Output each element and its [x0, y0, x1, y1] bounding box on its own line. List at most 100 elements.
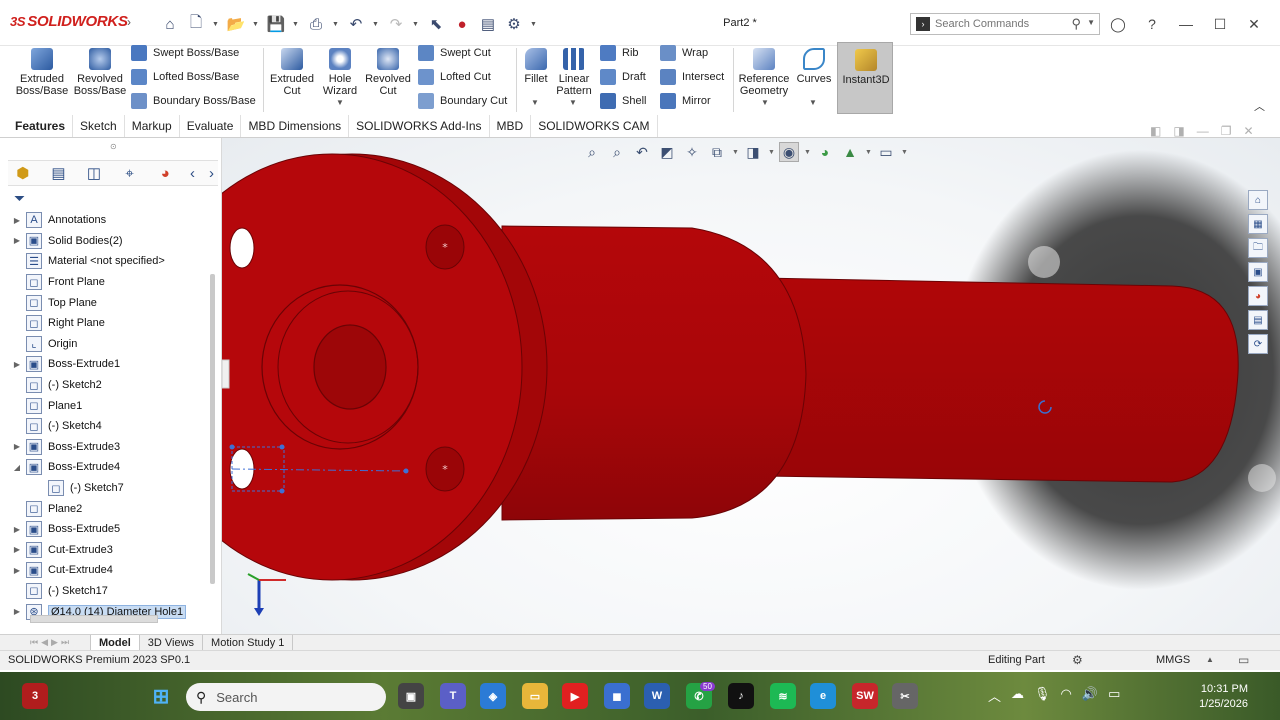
first-tab-icon[interactable]: ⏮ — [30, 637, 38, 648]
tree-item[interactable]: ▶ ▣ Boss-Extrude3 — [8, 437, 208, 458]
boundary-cut-button[interactable]: Boundary Cut — [418, 91, 507, 111]
chevron-left-icon[interactable]: ‹ — [186, 161, 199, 185]
tiktok-icon[interactable]: ♪ — [728, 683, 754, 709]
shell-button[interactable]: Shell — [600, 91, 646, 111]
taskbar-search[interactable]: ⚲ Search — [186, 683, 386, 711]
teams-icon[interactable]: T — [440, 683, 466, 709]
doc-minimize-icon[interactable]: — — [1197, 124, 1209, 138]
close-icon[interactable]: ✕ — [1242, 12, 1266, 36]
sketch-point[interactable] — [229, 444, 235, 450]
tree-horizontal-scrollbar[interactable] — [30, 615, 158, 623]
search-icon[interactable]: ⚲ — [1071, 16, 1081, 32]
dynamic-annotation-icon[interactable]: ✧ — [682, 142, 702, 162]
screen-recorder-icon[interactable]: ◼ — [604, 683, 630, 709]
microphone-icon[interactable]: 🎙 — [1034, 686, 1051, 705]
tab-sketch[interactable]: Sketch — [73, 115, 125, 137]
tab-solidworks-cam[interactable]: SOLIDWORKS CAM — [531, 115, 658, 137]
chevron-down-icon[interactable]: ▼ — [804, 149, 811, 156]
filter-icon[interactable]: ⏷ — [14, 190, 25, 207]
user-icon[interactable]: ◯ — [1106, 12, 1130, 36]
tab-3d-views[interactable]: 3D Views — [138, 634, 204, 651]
expand-arrow-icon[interactable]: ▶ — [8, 236, 26, 245]
tree-item[interactable]: ☰ Material <not specified> — [8, 251, 208, 272]
tree-item[interactable]: ◻ Plane2 — [8, 498, 208, 519]
instant3d-button[interactable]: Instant3D — [837, 42, 893, 114]
mirror-button[interactable]: Mirror — [660, 91, 711, 111]
edge-icon[interactable]: e — [810, 683, 836, 709]
tab-model[interactable]: Model — [90, 634, 140, 651]
sketch-point[interactable] — [279, 444, 285, 450]
tree-item[interactable]: ▶ ▣ Cut-Extrude3 — [8, 540, 208, 561]
expand-arrow-icon[interactable]: ▶ — [8, 525, 26, 534]
linear-pattern-button[interactable]: Linear Pattern — [554, 46, 594, 97]
revolved-boss-button[interactable]: Revolved Boss/Base — [72, 46, 128, 97]
wifi-icon[interactable]: ◠ — [1061, 686, 1072, 705]
lofted-boss-button[interactable]: Lofted Boss/Base — [131, 67, 239, 87]
battery-icon[interactable]: ▭ — [1108, 686, 1120, 705]
home-icon[interactable]: ⌂ — [160, 14, 180, 34]
draft-button[interactable]: Draft — [600, 67, 646, 87]
hole-wizard-button[interactable]: Hole Wizard — [318, 46, 362, 97]
swept-cut-button[interactable]: Swept Cut — [418, 43, 491, 63]
wrap-button[interactable]: Wrap — [660, 43, 708, 63]
tree-item[interactable]: ⌞ Origin — [8, 334, 208, 355]
fillet-button[interactable]: Fillet — [520, 46, 552, 85]
last-tab-icon[interactable]: ⏭ — [61, 637, 69, 648]
select-icon[interactable]: ⬉ — [426, 14, 446, 34]
spotify-icon[interactable]: ≋ — [770, 683, 796, 709]
appearances-icon[interactable]: ◕ — [1248, 286, 1268, 306]
maximize-icon[interactable]: ☐ — [1208, 12, 1232, 36]
rebuild-icon[interactable]: ● — [452, 14, 472, 34]
print-icon[interactable]: ⎙ — [306, 14, 326, 34]
volume-icon[interactable]: 🔊 — [1082, 686, 1098, 705]
feature-manager-tab-icon[interactable]: ⬢ — [8, 161, 38, 185]
file-explorer-taskbar-icon[interactable]: ▭ — [522, 683, 548, 709]
view-settings-icon[interactable]: ▭ — [876, 142, 896, 162]
minimize-icon[interactable]: — — [1174, 12, 1198, 36]
copilot-icon[interactable]: ◈ — [480, 683, 506, 709]
configuration-manager-tab-icon[interactable]: ◫ — [79, 161, 109, 185]
solidworks-logo[interactable]: 3S SOLIDWORKS — [10, 13, 128, 30]
tree-item[interactable]: ▶ A Annotations — [8, 210, 208, 231]
previous-view-icon[interactable]: ↶ — [632, 142, 652, 162]
tree-vertical-scrollbar[interactable] — [210, 274, 215, 584]
tree-item[interactable]: ◻ (-) Sketch2 — [8, 375, 208, 396]
cloud-icon[interactable]: ☁ — [1011, 686, 1024, 705]
file-explorer-icon[interactable]: 🗀 — [1248, 238, 1268, 258]
expand-arrow-icon[interactable]: ▶ — [8, 360, 26, 369]
solidworks-forum-icon[interactable]: ⟳ — [1248, 334, 1268, 354]
collapse-arrow-icon[interactable]: ◢ — [8, 463, 26, 472]
tab-markup[interactable]: Markup — [125, 115, 180, 137]
chevron-down-icon[interactable]: ▼ — [768, 149, 775, 156]
chevron-down-icon[interactable]: ▼ — [530, 21, 538, 28]
next-tab-icon[interactable]: ▶ — [51, 637, 58, 648]
doc-restore-icon[interactable]: ❐ — [1221, 124, 1232, 138]
redo-icon[interactable]: ↷ — [386, 14, 406, 34]
chevron-down-icon[interactable]: ▼ — [901, 149, 908, 156]
tab-evaluate[interactable]: Evaluate — [180, 115, 242, 137]
tile-left-icon[interactable]: ◧ — [1150, 124, 1161, 138]
sketch-point[interactable] — [403, 468, 409, 474]
tree-item[interactable]: ▶ ▣ Boss-Extrude5 — [8, 519, 208, 540]
intersect-button[interactable]: Intersect — [660, 67, 724, 87]
task-view-icon[interactable]: ▣ — [398, 683, 424, 709]
chevron-up-icon[interactable]: ▲ — [1206, 655, 1214, 664]
tab-motion-study[interactable]: Motion Study 1 — [202, 634, 294, 651]
tree-item[interactable]: ◻ Top Plane — [8, 292, 208, 313]
chevron-down-icon[interactable]: ▼ — [732, 149, 739, 156]
prev-tab-icon[interactable]: ◀ — [41, 637, 48, 648]
word-icon[interactable]: W — [644, 683, 670, 709]
tab-mbd-dimensions[interactable]: MBD Dimensions — [241, 115, 350, 137]
save-icon[interactable]: 💾 — [266, 14, 286, 34]
tab-mbd[interactable]: MBD — [490, 115, 532, 137]
edit-appearance-icon[interactable]: ◕ — [815, 142, 835, 162]
solidworks-resources-icon[interactable]: ⌂ — [1248, 190, 1268, 210]
doc-close-icon[interactable]: ✕ — [1243, 124, 1253, 138]
tab-features[interactable]: Features — [8, 115, 74, 137]
tree-item[interactable]: ▶ ▣ Solid Bodies(2) — [8, 231, 208, 252]
section-view-icon[interactable]: ◩ — [657, 142, 677, 162]
expand-arrow-icon[interactable]: ▶ — [8, 566, 26, 575]
menu-expand-icon[interactable]: › — [127, 15, 131, 29]
chevron-down-icon[interactable]: ▼ — [336, 98, 344, 107]
file-properties-icon[interactable]: ▤ — [478, 14, 498, 34]
